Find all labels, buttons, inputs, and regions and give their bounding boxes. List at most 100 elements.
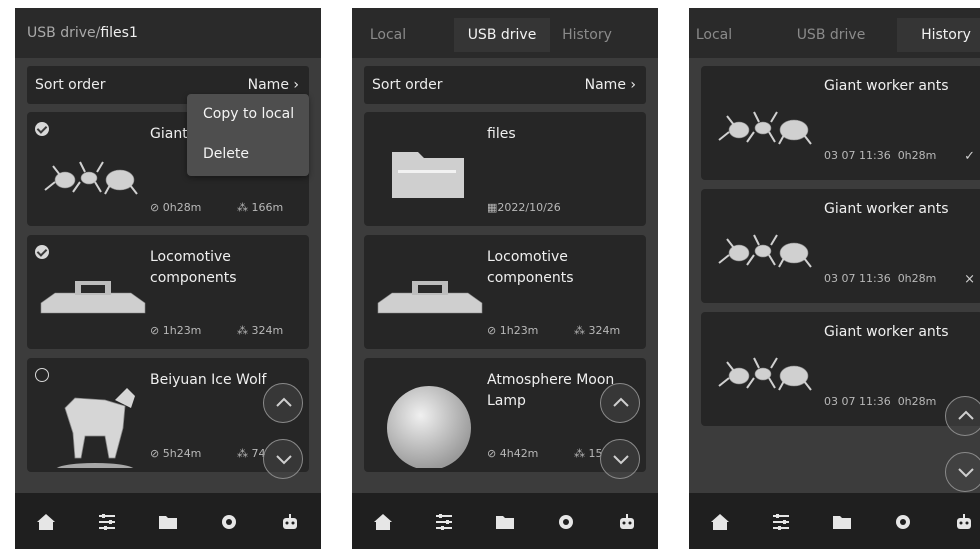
robot-icon[interactable] [279,511,301,533]
home-icon[interactable] [35,511,57,533]
ant-thumbnail [718,357,812,391]
wolf-thumbnail [56,388,135,468]
filament-icon: ⁂ [574,324,585,337]
file-card[interactable]: Locomotive components ⊘ 1h23m ⁂ 324m [364,235,646,349]
gear-icon[interactable] [892,511,914,533]
locomotive-thumbnail [40,281,146,314]
chevron-down-icon [613,455,629,465]
copy-to-local-menu-item[interactable]: Copy to local [203,106,294,122]
history-card[interactable]: Giant worker ants 03 07 11:36 0h28m × [701,189,980,303]
file-title: Locomotive components [150,249,237,286]
chevron-right-icon: › [293,77,299,93]
history-meta: 03 07 11:36 0h28m [824,272,937,285]
home-icon[interactable] [709,511,731,533]
adjust-icon[interactable] [770,511,792,533]
ant-thumbnail [44,161,138,195]
chevron-up-icon [276,397,292,407]
print-time: ⊘ 5h24m [150,447,202,460]
tab-usb-drive[interactable]: USB drive [454,18,550,52]
folder-thumbnail [392,152,464,198]
history-meta: 03 07 11:36 0h28m [824,149,937,162]
gear-icon[interactable] [555,511,577,533]
filament-icon: ⁂ [237,324,248,337]
chevron-down-icon [276,455,292,465]
history-title: Giant worker ants [824,324,949,340]
selected-checkbox[interactable] [35,122,49,136]
robot-icon[interactable] [953,511,975,533]
clock-icon: ⊘ [150,201,160,214]
locomotive-thumbnail [377,281,483,314]
delete-menu-item[interactable]: Delete [203,146,249,162]
history-title: Giant worker ants [824,201,949,217]
chevron-down-icon [958,468,974,478]
breadcrumb-parent[interactable]: USB drive/ [27,25,100,41]
history-title: Giant worker ants [824,78,949,94]
top-bar: Local USB drive History [689,8,980,58]
tab-history[interactable]: History [897,18,980,52]
clock-icon: ⊘ [150,324,160,337]
context-menu: Copy to local Delete [187,94,309,176]
scroll-down-button[interactable] [600,439,640,479]
success-check-icon: ✓ [964,149,975,164]
unselected-checkbox[interactable] [35,368,49,382]
sort-order-row[interactable]: Sort order Name › [364,66,646,104]
tab-history[interactable]: History [557,18,617,52]
bottom-navigation [352,493,658,549]
print-time: ⊘ 4h42m [487,447,539,460]
history-card[interactable]: Giant worker ants 03 07 11:36 0h28m ✓ [701,66,980,180]
folder-icon[interactable] [831,511,853,533]
adjust-icon[interactable] [96,511,118,533]
clock-icon: ⊘ [487,324,497,337]
moon-thumbnail [387,386,471,468]
breadcrumb-current: files1 [100,25,138,41]
top-bar: Local USB drive History [352,8,658,58]
usb-files-screen: USB drive/files1 Sort order Name › Giant… [15,8,321,549]
ant-thumbnail [718,234,812,268]
bottom-navigation [15,493,321,549]
scroll-down-button[interactable] [263,439,303,479]
tab-usb-drive[interactable]: USB drive [789,18,873,52]
chevron-right-icon: › [630,77,636,93]
filament-length: ⁂ 324m [237,324,284,337]
chevron-up-icon [958,410,974,420]
folder-title: files [487,126,516,142]
scroll-up-button[interactable] [263,383,303,423]
file-title: Locomotive components [487,249,574,286]
scroll-down-button[interactable] [945,452,980,492]
filament-length: ⁂ 15 [574,447,603,460]
filament-length: ⁂ 324m [574,324,621,337]
home-icon[interactable] [372,511,394,533]
top-bar: USB drive/files1 [15,8,321,58]
scroll-up-button[interactable] [945,396,980,436]
adjust-icon[interactable] [433,511,455,533]
tab-local[interactable]: Local [689,18,739,52]
selected-checkbox[interactable] [35,245,49,259]
filament-icon: ⁂ [574,447,585,460]
filament-length: ⁂ 166m [237,201,284,214]
bottom-navigation [689,493,980,549]
gear-icon[interactable] [218,511,240,533]
folder-icon[interactable] [494,511,516,533]
history-card[interactable]: Giant worker ants 03 07 11:36 0h28m [701,312,980,426]
tab-local[interactable]: Local [358,18,418,52]
history-meta: 03 07 11:36 0h28m [824,395,937,408]
chevron-up-icon [613,397,629,407]
history-screen: Local USB drive History Giant worker ant… [689,8,980,549]
print-time: ⊘ 1h23m [487,324,539,337]
calendar-icon: ▦ [487,201,498,214]
sort-order-label: Sort order [35,77,106,93]
print-time: ⊘ 0h28m [150,201,202,214]
sort-order-label: Sort order [372,77,443,93]
sort-order-value: Name › [584,77,636,93]
filament-length: ⁂ 74 [237,447,266,460]
folder-date: ▦2022/10/26 [487,201,561,214]
folder-icon[interactable] [157,511,179,533]
clock-icon: ⊘ [487,447,497,460]
failed-cross-icon: × [964,272,975,287]
ant-thumbnail [718,111,812,145]
scroll-up-button[interactable] [600,383,640,423]
folder-card[interactable]: files ▦2022/10/26 [364,112,646,226]
robot-icon[interactable] [616,511,638,533]
sort-order-value: Name › [247,77,299,93]
file-card[interactable]: Locomotive components ⊘ 1h23m ⁂ 324m [27,235,309,349]
